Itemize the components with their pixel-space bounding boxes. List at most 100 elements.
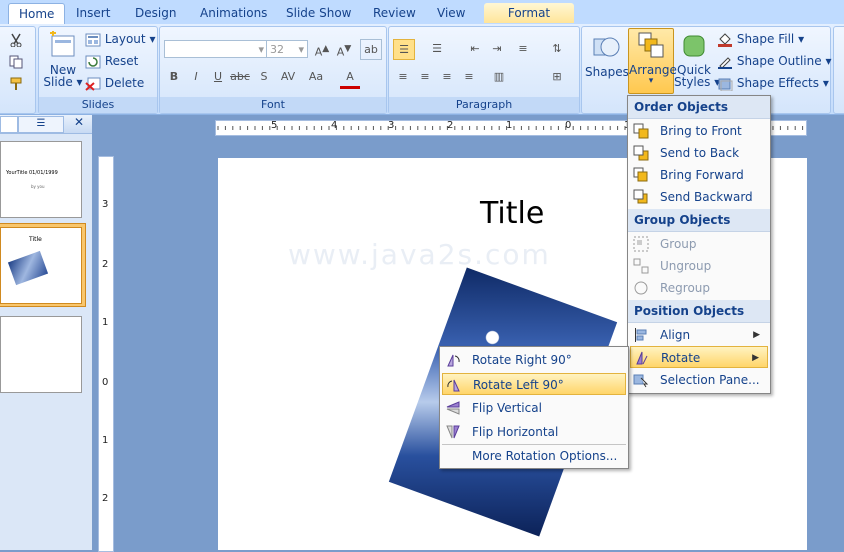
more-rotation-options-item[interactable]: More Rotation Options... — [442, 445, 626, 467]
bring-forward-item[interactable]: Bring Forward — [630, 164, 768, 186]
slides-tab[interactable] — [0, 116, 18, 133]
slides-pane: ☰ ✕ YourTitle 01/01/1999 by you Title — [0, 115, 92, 550]
shape-effects-button[interactable]: Shape Effects ▾ — [717, 76, 829, 91]
align-item[interactable]: Align ▶ — [630, 324, 768, 346]
position-objects-header: Position Objects — [628, 300, 770, 323]
italic-button[interactable]: I — [186, 67, 206, 86]
vruler-label-2b: 2 — [102, 493, 109, 504]
tab-home[interactable]: Home — [8, 3, 66, 24]
text-direction-icon[interactable]: ⇅ — [547, 39, 567, 58]
vruler-label-1b: 1 — [102, 435, 109, 446]
increase-indent-icon[interactable]: ⇥ — [487, 39, 507, 58]
hruler-label-1: 1 — [506, 120, 513, 131]
arrange-menu: Order Objects Bring to Front Send to Bac… — [627, 95, 771, 394]
bring-forward-icon — [633, 167, 648, 182]
bold-button[interactable]: B — [164, 67, 184, 86]
send-backward-icon — [633, 189, 648, 204]
slide-thumbnail-1[interactable]: YourTitle 01/01/1999 by you — [0, 141, 82, 218]
reset-icon — [85, 55, 101, 68]
send-to-back-item[interactable]: Send to Back — [630, 142, 768, 164]
shape-effects-icon — [718, 78, 733, 91]
slide-thumbnail-3[interactable] — [0, 316, 82, 393]
character-spacing-button[interactable]: AV — [278, 67, 298, 86]
ungroup-icon — [633, 258, 649, 274]
copy-icon[interactable] — [9, 55, 23, 72]
hruler-label-2: 2 — [447, 120, 454, 131]
send-backward-item[interactable]: Send Backward — [630, 186, 768, 208]
shape-outline-button[interactable]: Shape Outline ▾ — [717, 54, 831, 69]
reset-button[interactable]: Reset — [85, 54, 138, 69]
decrease-indent-icon[interactable]: ⇤ — [465, 39, 485, 58]
smartart-icon[interactable]: ⊞ — [547, 67, 567, 86]
selection-pane-icon — [633, 374, 649, 388]
tab-view[interactable]: View — [427, 3, 475, 23]
justify-icon[interactable]: ≡ — [459, 67, 479, 86]
pen-icon — [718, 56, 732, 69]
delete-slide-button[interactable]: Delete — [85, 76, 144, 91]
change-case-button[interactable]: Aa — [306, 67, 326, 86]
shadow-button[interactable]: S — [254, 67, 274, 86]
outline-tab[interactable]: ☰ — [18, 116, 64, 133]
arrange-button[interactable]: Arrange ▾ — [628, 28, 677, 94]
watermark-text: www.java2s.com — [288, 238, 551, 271]
quick-styles-button[interactable]: Quick Styles ▾ — [674, 31, 720, 89]
font-size-combo[interactable]: 32 ▾ — [266, 40, 308, 58]
slide1-sub-text: by you — [31, 184, 45, 189]
numbering-icon[interactable]: ☰ — [427, 39, 447, 58]
cut-icon[interactable] — [9, 33, 23, 50]
font-group-label: Font — [160, 97, 386, 113]
font-group: ▾ 32 ▾ A▲ A▼ ab B I U abc S AV Aa A Font — [159, 26, 387, 114]
ribbon-tab-bar: Home Insert Design Animations Slide Show… — [0, 0, 844, 24]
tab-format[interactable]: Format — [484, 3, 574, 23]
align-right-icon[interactable]: ≡ — [437, 67, 457, 86]
clear-formatting-icon[interactable]: ab — [360, 39, 382, 60]
shape-fill-button[interactable]: Shape Fill ▾ — [717, 32, 804, 47]
arrange-icon — [638, 32, 664, 58]
shapes-button[interactable]: Shapes — [585, 31, 629, 78]
editing-group-partial — [833, 26, 844, 114]
shrink-font-button[interactable]: A▼ — [334, 39, 354, 59]
font-name-combo[interactable]: ▾ — [164, 40, 268, 58]
group-icon — [633, 236, 649, 252]
slide-title[interactable]: Title — [480, 196, 544, 231]
strikethrough-button[interactable]: abc — [230, 67, 250, 86]
bullets-icon[interactable]: ☰ — [393, 39, 415, 60]
layout-button[interactable]: Layout ▾ — [85, 32, 155, 47]
new-slide-button[interactable]: New Slide ▾ — [43, 30, 83, 91]
tab-slide-show[interactable]: Slide Show — [276, 3, 361, 23]
slides-group-label: Slides — [39, 97, 157, 113]
hruler-label-3: 3 — [388, 120, 395, 131]
line-spacing-icon[interactable]: ≡ — [513, 39, 533, 58]
grow-font-button[interactable]: A▲ — [312, 39, 332, 59]
rotate-right-icon — [447, 354, 460, 367]
flip-horizontal-item[interactable]: Flip Horizontal — [442, 421, 626, 443]
tab-design[interactable]: Design — [125, 3, 186, 23]
rotate-item[interactable]: Rotate ▶ — [630, 346, 768, 368]
vruler-label-1: 1 — [102, 317, 109, 328]
close-pane-icon[interactable]: ✕ — [74, 115, 84, 129]
align-left-icon[interactable]: ≡ — [393, 67, 413, 86]
rotate-right-90-item[interactable]: Rotate Right 90° — [442, 349, 626, 371]
bring-to-front-icon — [633, 123, 649, 139]
tab-animations[interactable]: Animations — [190, 3, 277, 23]
rotate-left-90-item[interactable]: Rotate Left 90° — [442, 373, 626, 395]
bring-to-front-item[interactable]: Bring to Front — [630, 120, 768, 142]
align-icon — [635, 328, 647, 342]
tab-insert[interactable]: Insert — [66, 3, 120, 23]
underline-button[interactable]: U — [208, 67, 228, 86]
align-submenu-arrow: ▶ — [753, 330, 760, 340]
columns-icon[interactable]: ▥ — [489, 67, 509, 86]
selection-pane-item[interactable]: Selection Pane... — [630, 369, 768, 391]
flip-vertical-icon — [446, 401, 460, 415]
slide2-image-thumb — [7, 250, 49, 286]
vruler-label-0: 0 — [102, 377, 109, 388]
order-objects-header: Order Objects — [628, 96, 770, 119]
slide-thumbnail-2[interactable]: Title — [0, 227, 82, 304]
format-painter-icon[interactable] — [9, 77, 23, 94]
font-color-button[interactable]: A — [340, 67, 360, 89]
hruler-label-5: 5 — [271, 120, 278, 131]
new-slide-icon — [50, 30, 75, 57]
center-icon[interactable]: ≡ — [415, 67, 435, 86]
tab-review[interactable]: Review — [363, 3, 426, 23]
flip-vertical-item[interactable]: Flip Vertical — [442, 397, 626, 419]
